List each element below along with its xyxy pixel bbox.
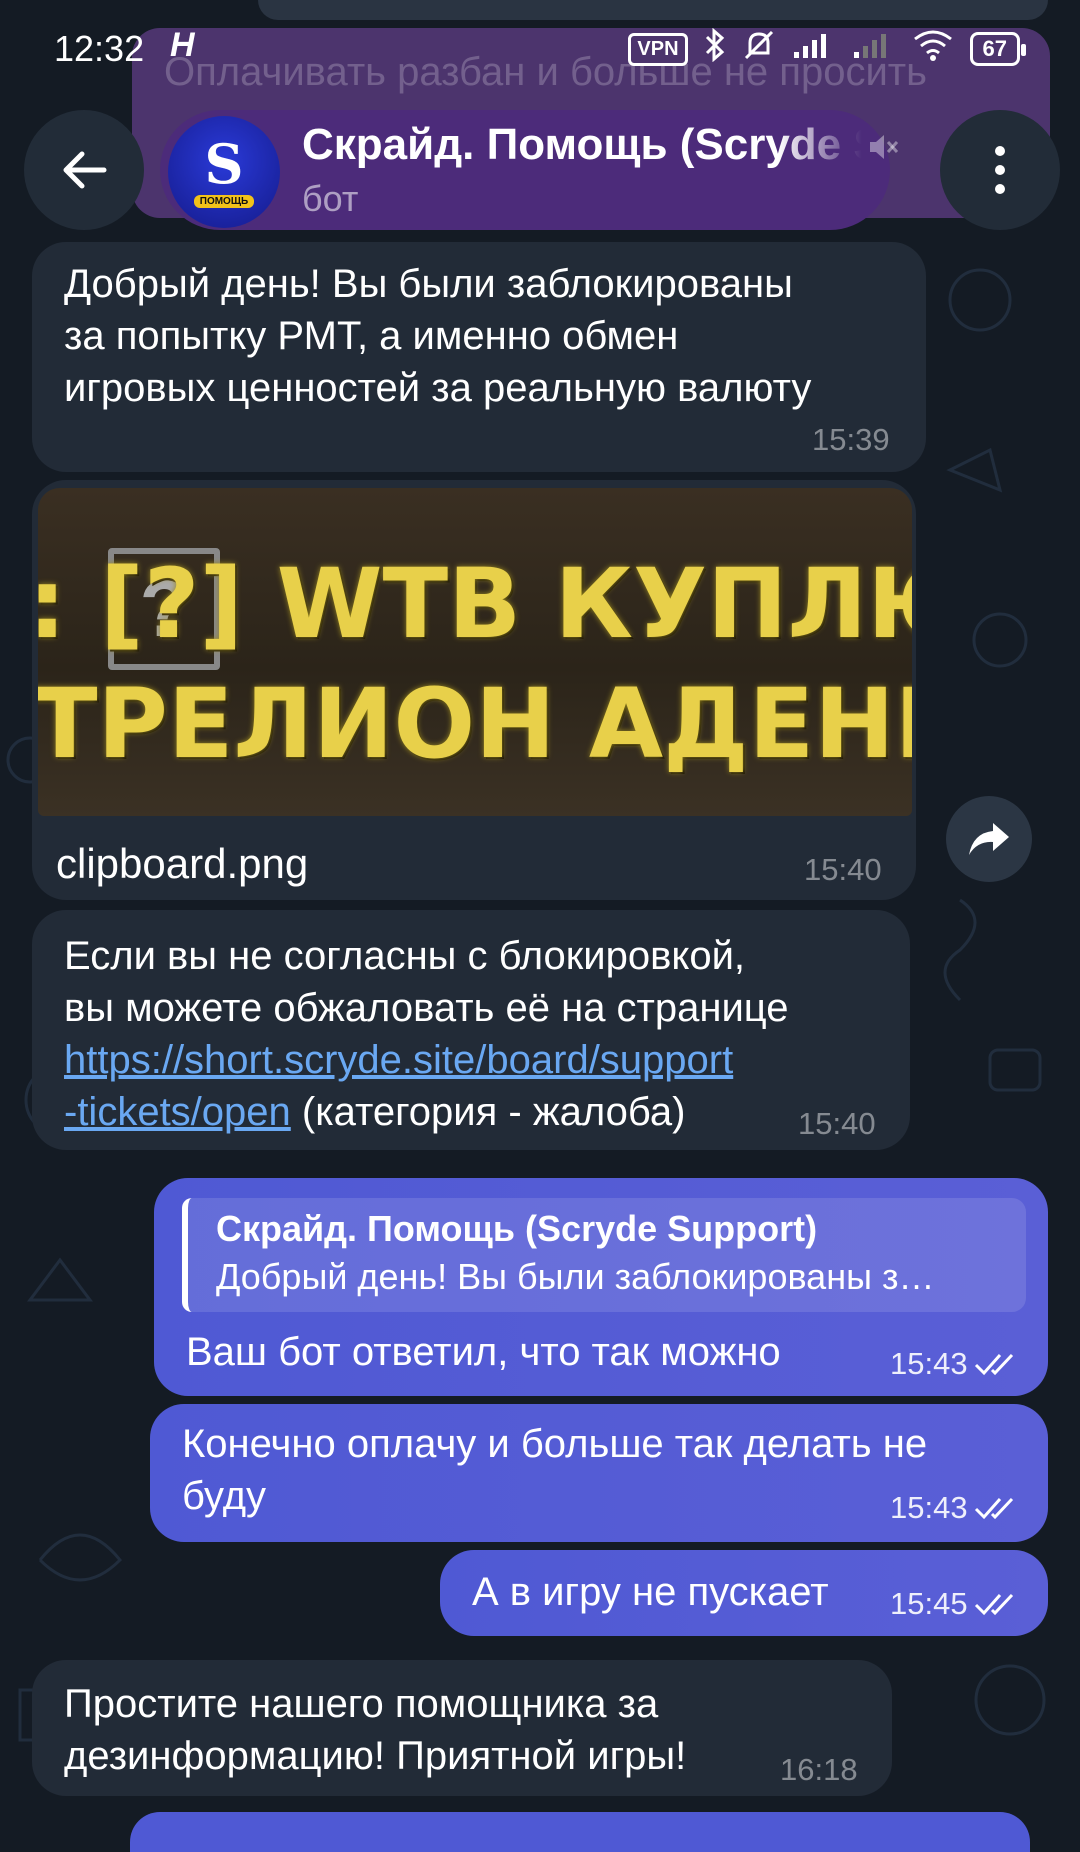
support-link[interactable]: https://short.scryde.site/board/support (64, 1038, 733, 1082)
more-menu-button[interactable] (940, 110, 1060, 230)
message-time: 15:43 (890, 1490, 1020, 1526)
message-line: Конечно оплачу и больше так делать не (182, 1422, 928, 1466)
message-time: 15:40 (798, 1106, 876, 1141)
message-incoming[interactable]: Простите нашего помощника за дезинформац… (32, 1660, 892, 1796)
message-line: буду (182, 1474, 267, 1518)
message-line: Простите нашего помощника за (64, 1682, 659, 1726)
message-incoming[interactable]: Добрый день! Вы были заблокированы за по… (32, 242, 926, 472)
reply-quote[interactable]: Скрайд. Помощь (Scryde Support) Добрый д… (182, 1198, 1026, 1312)
bluetooth-icon (704, 27, 726, 70)
message-outgoing[interactable]: Конечно оплачу и больше так делать не бу… (150, 1404, 1048, 1542)
photo-attachment[interactable]: ? : [?] WTB КУПЛЮ ТРЕЛИОН АДЕНЫ (38, 488, 912, 816)
share-arrow-icon (969, 823, 1009, 855)
back-button[interactable] (24, 110, 144, 230)
double-check-icon (974, 1593, 1013, 1616)
message-time: 15:40 (804, 852, 882, 887)
status-icons: VPN 67 (628, 27, 1027, 70)
message-line: игровых ценностей за реальную валюту (64, 366, 812, 410)
message-line: Добрый день! Вы были заблокированы (64, 262, 793, 306)
signal-icon (792, 30, 836, 68)
message-time: 15:39 (812, 422, 890, 457)
wifi-icon (912, 29, 954, 69)
avatar[interactable]: S ПОМОЩЬ (168, 116, 280, 228)
photo-caption-line: : [?] WTB КУПЛЮ (38, 548, 912, 660)
message-time: 15:43 (890, 1346, 1020, 1382)
reply-text: Добрый день! Вы были заблокированы з… (216, 1256, 935, 1297)
photo-caption-line: ТРЕЛИОН АДЕНЫ (38, 668, 912, 780)
status-time: 12:32 (54, 28, 145, 69)
message-text: А в игру не пускает (472, 1570, 829, 1614)
message-line: вы можете обжаловать её на странице (64, 986, 789, 1030)
file-name: clipboard.png (56, 840, 309, 887)
arrow-left-icon (63, 151, 107, 189)
chat-title: Скрайд. Помощь (Scryde Support) (302, 120, 862, 169)
battery-icon: 67 (969, 32, 1027, 66)
chat-header: S ПОМОЩЬ Скрайд. Помощь (Scryde Support)… (0, 100, 1080, 240)
next-message-edge (130, 1812, 1030, 1852)
avatar-letter: S (204, 131, 244, 196)
message-outgoing[interactable]: А в игру не пускает 15:45 (440, 1550, 1048, 1636)
muted-speaker-icon (866, 130, 900, 173)
h-icon: H (170, 26, 195, 64)
avatar-tag: ПОМОЩЬ (193, 194, 255, 208)
muted-bell-icon (742, 28, 776, 70)
double-check-icon (974, 1353, 1013, 1376)
message-time: 16:18 (780, 1752, 858, 1787)
message-line: дезинформацию! Приятной игры! (64, 1734, 687, 1778)
support-link-continued[interactable]: -tickets/open (64, 1090, 291, 1134)
share-button[interactable] (946, 796, 1032, 882)
vpn-icon: VPN (628, 32, 688, 66)
message-line: Если вы не согласны с блокировкой, (64, 934, 746, 978)
message-time: 15:45 (890, 1586, 1020, 1622)
chat-subtitle: бот (302, 178, 359, 219)
more-vertical-icon (995, 146, 1005, 194)
message-line: (категория - жалоба) (290, 1090, 686, 1134)
message-text: Ваш бот ответил, что так можно (186, 1330, 781, 1374)
message-incoming[interactable]: Если вы не согласны с блокировкой, вы мо… (32, 910, 910, 1150)
status-bar: 12:32 H VPN 67 (0, 0, 1080, 100)
reply-author: Скрайд. Помощь (Scryde Support) (216, 1208, 818, 1249)
signal-icon-2 (852, 30, 896, 68)
double-check-icon (974, 1497, 1013, 1520)
message-line: за попытку РМТ, а именно обмен (64, 314, 679, 358)
